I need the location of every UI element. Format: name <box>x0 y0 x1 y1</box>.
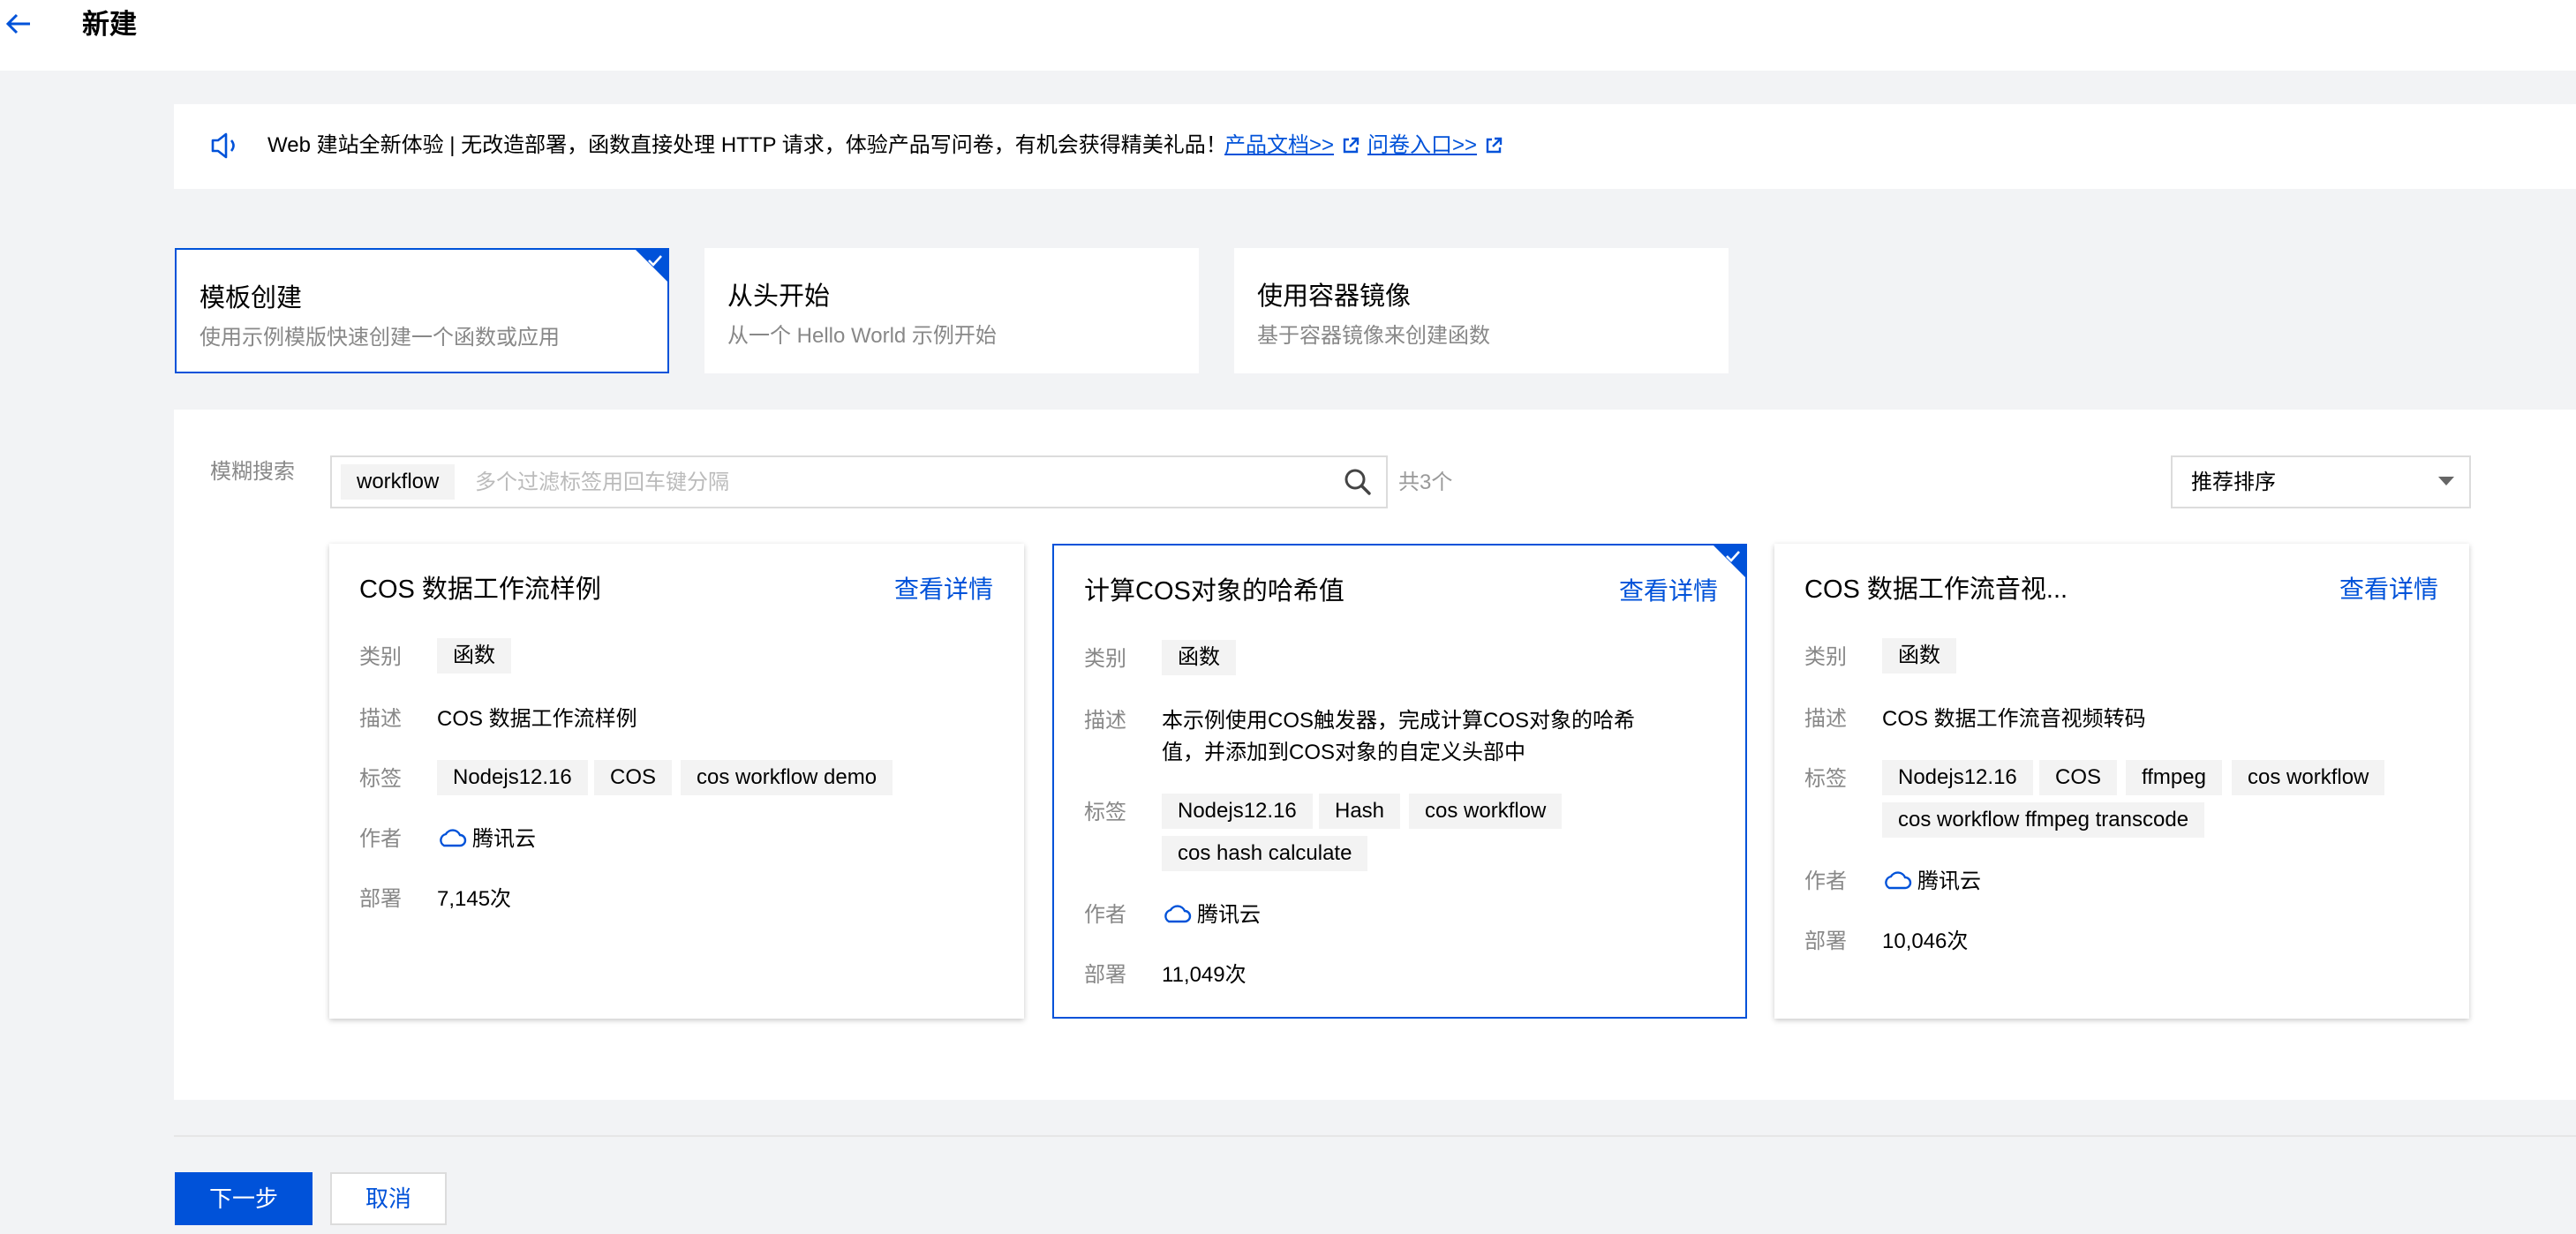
filter-chip[interactable]: workflow <box>341 464 456 500</box>
tag: cos workflow ffmpeg transcode <box>1882 802 2205 838</box>
card-title: COS 数据工作流音视... <box>1804 576 2068 604</box>
external-link-icon[interactable] <box>1341 136 1360 155</box>
deploy-count: 10,046次 <box>1882 929 1969 953</box>
author-label: 作者 <box>1804 869 1847 893</box>
tag: cos workflow <box>1409 794 1563 829</box>
deploy-count: 11,049次 <box>1162 963 1247 987</box>
notice-text: Web 建站全新体验 | 无改造部署，函数直接处理 HTTP 请求，体验产品写问… <box>267 133 1227 157</box>
result-count: 共3个 <box>1398 470 1453 494</box>
author-name: 腾讯云 <box>1917 869 1981 893</box>
category-tag: 函数 <box>1882 638 1956 673</box>
deploy-label: 部署 <box>359 887 402 911</box>
author-label: 作者 <box>359 827 402 851</box>
tag: COS <box>594 760 673 795</box>
search-icon[interactable] <box>1344 468 1372 496</box>
cancel-button[interactable]: 取消 <box>330 1172 447 1225</box>
card-desc: COS 数据工作流样例 <box>437 707 637 731</box>
category-label: 类别 <box>359 645 402 669</box>
tag: Nodejs12.16 <box>437 760 588 795</box>
tags-label: 标签 <box>1084 801 1126 824</box>
checkmark-icon <box>648 255 662 267</box>
footer-divider <box>174 1135 2576 1137</box>
template-card[interactable]: COS 数据工作流样例 查看详情 类别 函数 描述 COS 数据工作流样例 标签… <box>329 544 1024 1019</box>
view-details-link[interactable]: 查看详情 <box>894 572 993 607</box>
page-header <box>0 0 2576 71</box>
tag: Nodejs12.16 <box>1162 794 1313 829</box>
arrow-left-icon[interactable] <box>4 9 34 39</box>
tag: cos workflow <box>2232 760 2385 795</box>
mode-card-template[interactable]: 模板创建 使用示例模版快速创建一个函数或应用 <box>175 248 669 373</box>
tencent-cloud-icon <box>1164 905 1192 923</box>
tencent-cloud-icon <box>1885 871 1912 890</box>
chevron-down-icon <box>2438 477 2454 485</box>
mode-desc: 基于容器镜像来创建函数 <box>1257 324 1490 348</box>
category-tag: 函数 <box>1162 640 1236 675</box>
desc-label: 描述 <box>359 707 402 731</box>
tag: Nodejs12.16 <box>1882 760 2033 795</box>
author-name: 腾讯云 <box>1197 903 1261 927</box>
card-desc-line: 值，并添加到COS对象的自定义头部中 <box>1162 741 1526 764</box>
category-tag: 函数 <box>437 638 511 673</box>
mode-title: 使用容器镜像 <box>1257 282 1412 311</box>
page-title: 新建 <box>82 9 137 40</box>
tag: ffmpeg <box>2126 760 2222 795</box>
category-label: 类别 <box>1804 645 1847 669</box>
mode-card-container[interactable]: 使用容器镜像 基于容器镜像来创建函数 <box>1234 248 1729 373</box>
survey-link[interactable]: 问卷入口>> <box>1367 131 1477 161</box>
mode-desc: 从一个 Hello World 示例开始 <box>727 324 997 348</box>
card-title: COS 数据工作流样例 <box>359 576 601 604</box>
desc-label: 描述 <box>1084 709 1126 733</box>
tag: cos workflow demo <box>681 760 893 795</box>
desc-label: 描述 <box>1804 707 1847 731</box>
tags-label: 标签 <box>1804 767 1847 791</box>
category-label: 类别 <box>1084 647 1126 671</box>
author-name: 腾讯云 <box>472 827 536 851</box>
tag: cos hash calculate <box>1162 836 1368 871</box>
mode-desc: 使用示例模版快速创建一个函数或应用 <box>200 326 560 350</box>
tencent-cloud-icon <box>440 829 467 847</box>
deploy-count: 7,145次 <box>437 887 512 911</box>
next-button[interactable]: 下一步 <box>175 1172 313 1225</box>
search-placeholder: 多个过滤标签用回车键分隔 <box>475 470 729 494</box>
external-link-icon[interactable] <box>1484 136 1503 155</box>
search-label: 模糊搜索 <box>210 460 295 484</box>
view-details-link[interactable]: 查看详情 <box>1619 574 1718 609</box>
author-label: 作者 <box>1084 903 1126 927</box>
mode-card-scratch[interactable]: 从头开始 从一个 Hello World 示例开始 <box>704 248 1199 373</box>
tag: Hash <box>1319 794 1401 829</box>
mode-title: 模板创建 <box>200 284 303 312</box>
product-doc-link[interactable]: 产品文档>> <box>1224 131 1334 161</box>
view-details-link[interactable]: 查看详情 <box>2339 572 2438 607</box>
checkmark-icon <box>1726 551 1740 562</box>
card-title: 计算COS对象的哈希值 <box>1084 577 1344 606</box>
template-card[interactable]: COS 数据工作流音视... 查看详情 类别 函数 描述 COS 数据工作流音视… <box>1774 544 2469 1019</box>
template-card-selected[interactable]: 计算COS对象的哈希值 查看详情 类别 函数 描述 本示例使用COS触发器，完成… <box>1052 544 1747 1019</box>
speaker-icon <box>211 132 235 159</box>
mode-title: 从头开始 <box>727 282 831 311</box>
card-desc: COS 数据工作流音视频转码 <box>1882 707 2146 731</box>
sort-selected: 推荐排序 <box>2191 470 2276 494</box>
card-desc-line: 本示例使用COS触发器，完成计算COS对象的哈希 <box>1162 709 1636 733</box>
tags-label: 标签 <box>359 767 402 791</box>
deploy-label: 部署 <box>1084 963 1126 987</box>
tag: COS <box>2039 760 2118 795</box>
deploy-label: 部署 <box>1804 929 1847 953</box>
